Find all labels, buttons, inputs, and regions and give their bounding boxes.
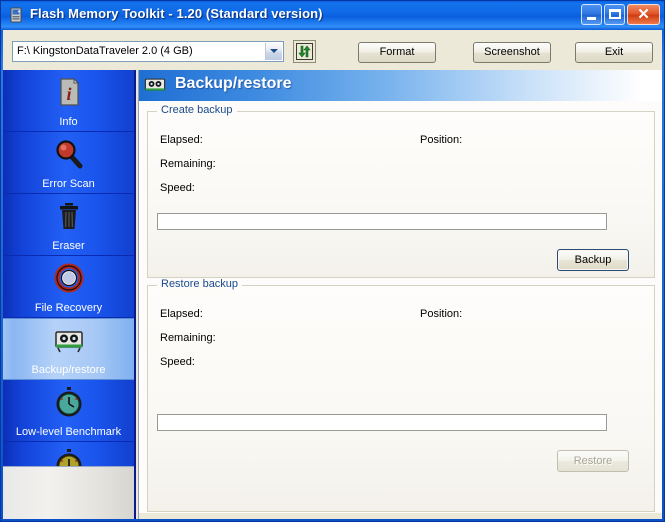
page-title: Backup/restore: [175, 75, 292, 92]
format-button[interactable]: Format: [358, 42, 436, 63]
tape-cassette-icon: [144, 76, 166, 96]
chevron-down-icon[interactable]: [265, 43, 282, 60]
trash-can-icon: [53, 200, 85, 232]
body-area: i Info Error Scan Eraser File Recovery B…: [3, 70, 662, 519]
content-bottom-strip: [139, 513, 662, 519]
sidebar-item-label: Error Scan: [42, 178, 95, 190]
sidebar-filler: [3, 466, 134, 519]
maximize-button[interactable]: [604, 4, 625, 25]
sidebar-item-info[interactable]: i Info: [3, 70, 134, 132]
backup-button[interactable]: Backup: [557, 249, 629, 271]
tape-cassette-icon: [53, 325, 85, 357]
create-remaining-label: Remaining:: [160, 158, 216, 170]
sidebar-item-eraser[interactable]: Eraser: [3, 194, 134, 256]
restore-backup-progress-bar: [157, 414, 607, 431]
sidebar-item-file-recovery[interactable]: File Recovery: [3, 256, 134, 318]
sidebar-item-low-level-benchmark[interactable]: Low-level Benchmark: [3, 380, 134, 442]
refresh-button[interactable]: [293, 40, 316, 63]
svg-text:i: i: [66, 84, 71, 104]
restore-backup-group-title: Restore backup: [157, 278, 243, 290]
sidebar-navigation: i Info Error Scan Eraser File Recovery B…: [3, 70, 136, 519]
restore-elapsed-label: Elapsed:: [160, 308, 203, 320]
window-controls: ✕: [581, 4, 660, 25]
info-document-icon: i: [53, 76, 85, 108]
restore-speed-label: Speed:: [160, 356, 195, 368]
minimize-icon: [587, 17, 596, 20]
sidebar-item-backup-restore[interactable]: Backup/restore: [3, 318, 134, 380]
restore-button[interactable]: Restore: [557, 450, 629, 472]
stopwatch-teal-icon: [53, 386, 85, 418]
sidebar-item-label: Backup/restore: [31, 364, 106, 376]
close-icon: ✕: [637, 6, 650, 23]
restore-backup-group: Restore backup Elapsed: Remaining: Speed…: [147, 278, 655, 512]
create-backup-group: Create backup Elapsed: Remaining: Speed:…: [147, 104, 655, 278]
restore-position-label: Position:: [420, 308, 463, 320]
maximize-icon: [609, 9, 621, 19]
create-elapsed-label: Elapsed:: [160, 134, 203, 146]
life-ring-icon: [53, 262, 85, 294]
content-panel: Backup/restore Create backup Elapsed: Re…: [138, 70, 662, 519]
create-position-label: Position:: [420, 134, 463, 146]
drive-select[interactable]: F:\ KingstonDataTraveler 2.0 (4 GB): [12, 41, 284, 62]
window-title: Flash Memory Toolkit - 1.20 (Standard ve…: [30, 6, 323, 21]
restore-remaining-label: Remaining:: [160, 332, 216, 344]
sidebar-item-label: Info: [59, 116, 78, 128]
create-backup-progress-bar: [157, 213, 607, 230]
exit-button[interactable]: Exit: [575, 42, 653, 63]
close-button[interactable]: ✕: [627, 4, 660, 25]
create-backup-group-title: Create backup: [157, 104, 237, 116]
sidebar-item-error-scan[interactable]: Error Scan: [3, 132, 134, 194]
minimize-button[interactable]: [581, 4, 602, 25]
drive-select-value: F:\ KingstonDataTraveler 2.0 (4 GB): [17, 45, 193, 57]
page-header: Backup/restore: [139, 70, 662, 101]
screenshot-button[interactable]: Screenshot: [473, 42, 551, 63]
flash-drive-icon: [8, 7, 24, 23]
title-bar: Flash Memory Toolkit - 1.20 (Standard ve…: [1, 1, 664, 29]
sidebar-item-label: Eraser: [52, 240, 85, 252]
sidebar-item-label: File Recovery: [34, 302, 103, 314]
refresh-icon: [295, 42, 314, 61]
toolbar: F:\ KingstonDataTraveler 2.0 (4 GB) Form…: [3, 30, 662, 70]
magnifier-icon: [53, 138, 85, 170]
sidebar-item-label: Low-level Benchmark: [15, 426, 122, 438]
create-speed-label: Speed:: [160, 182, 195, 194]
application-window: Flash Memory Toolkit - 1.20 (Standard ve…: [0, 0, 665, 522]
